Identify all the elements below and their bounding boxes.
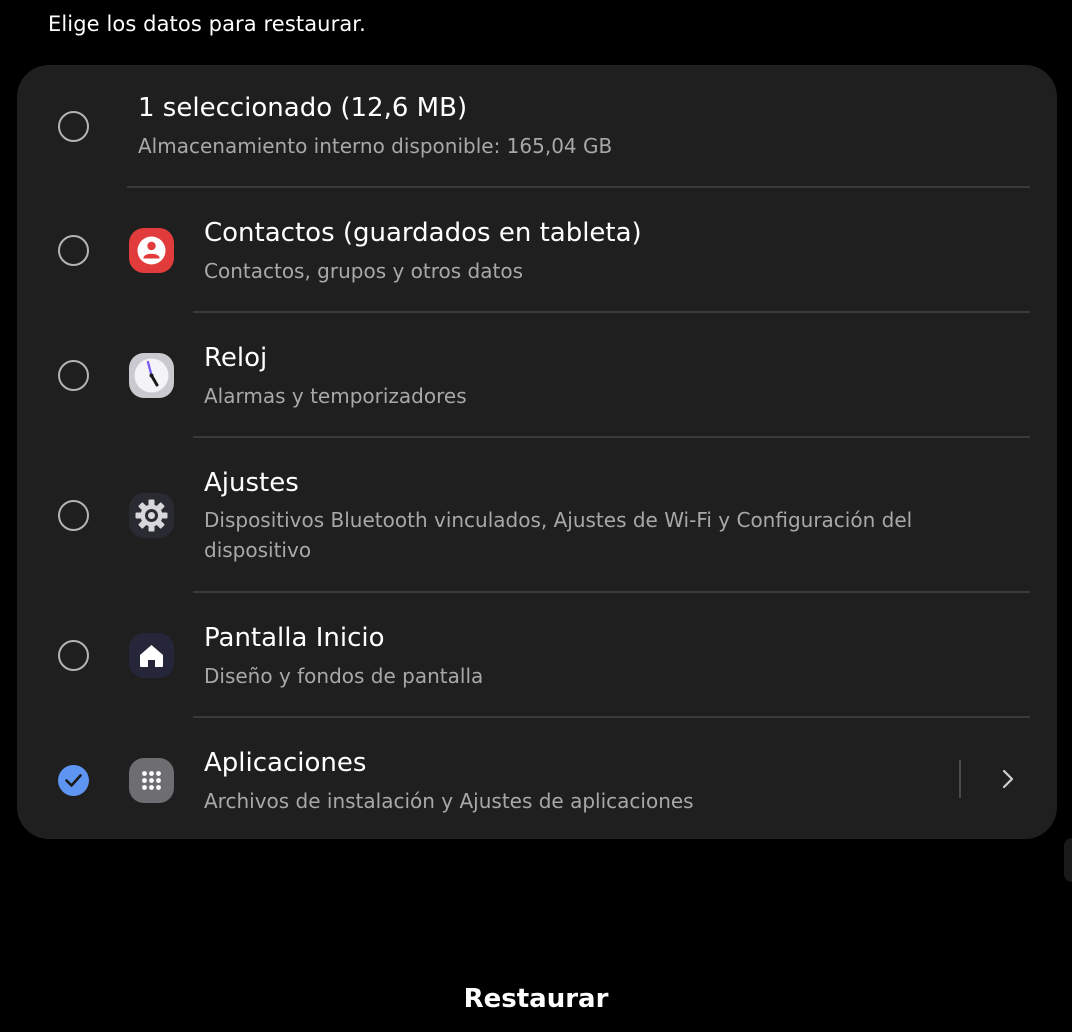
selection-summary-title: 1 seleccionado (12,6 MB) (138, 93, 468, 123)
item-contacts-title: Contactos (guardados en tableta) (204, 218, 642, 248)
item-applications-checkbox[interactable] (58, 765, 89, 796)
vertical-separator (959, 760, 961, 798)
settings-gear-icon (128, 492, 175, 539)
scroll-edge-handle (1064, 838, 1072, 882)
item-settings-title: Ajustes (204, 468, 299, 498)
item-clock-radio[interactable] (58, 360, 89, 391)
item-home-screen-subtitle: Diseño y fondos de pantalla (204, 664, 484, 688)
restore-button[interactable]: Restaurar (0, 984, 1072, 1014)
select-all-row[interactable]: 1 seleccionado (12,6 MB) Almacenamiento … (17, 65, 1057, 187)
item-home-screen-title: Pantalla Inicio (204, 623, 385, 653)
item-clock[interactable]: Reloj Alarmas y temporizadores (17, 313, 1057, 437)
item-applications[interactable]: Aplicaciones Archivos de instalación y A… (17, 718, 1057, 839)
instruction-text: Elige los datos para restaurar. (48, 12, 366, 36)
clock-icon (128, 352, 175, 399)
storage-available-text: Almacenamiento interno disponible: 165,0… (138, 134, 613, 158)
select-all-radio[interactable] (58, 111, 89, 142)
item-applications-subtitle: Archivos de instalación y Ajustes de apl… (204, 789, 694, 813)
checkmark-icon (65, 774, 82, 787)
item-contacts-radio[interactable] (58, 235, 89, 266)
item-clock-title: Reloj (204, 343, 268, 373)
contacts-icon (128, 227, 175, 274)
restore-options-card: 1 seleccionado (12,6 MB) Almacenamiento … (17, 65, 1057, 839)
restore-data-screen: Elige los datos para restaurar. 1 selecc… (0, 0, 1072, 1032)
item-contacts-subtitle: Contactos, grupos y otros datos (204, 259, 524, 283)
item-settings-radio[interactable] (58, 500, 89, 531)
chevron-right-icon[interactable] (995, 765, 1021, 793)
item-clock-subtitle: Alarmas y temporizadores (204, 384, 467, 408)
apps-grid-icon (128, 757, 175, 804)
item-applications-title: Aplicaciones (204, 748, 367, 778)
item-home-screen-radio[interactable] (58, 640, 89, 671)
item-settings-subtitle: Dispositivos Bluetooth vinculados, Ajust… (204, 508, 913, 562)
home-icon (128, 632, 175, 679)
item-contacts[interactable]: Contactos (guardados en tableta) Contact… (17, 188, 1057, 312)
item-home-screen[interactable]: Pantalla Inicio Diseño y fondos de panta… (17, 593, 1057, 717)
item-settings[interactable]: Ajustes Dispositivos Bluetooth vinculado… (17, 438, 1057, 592)
